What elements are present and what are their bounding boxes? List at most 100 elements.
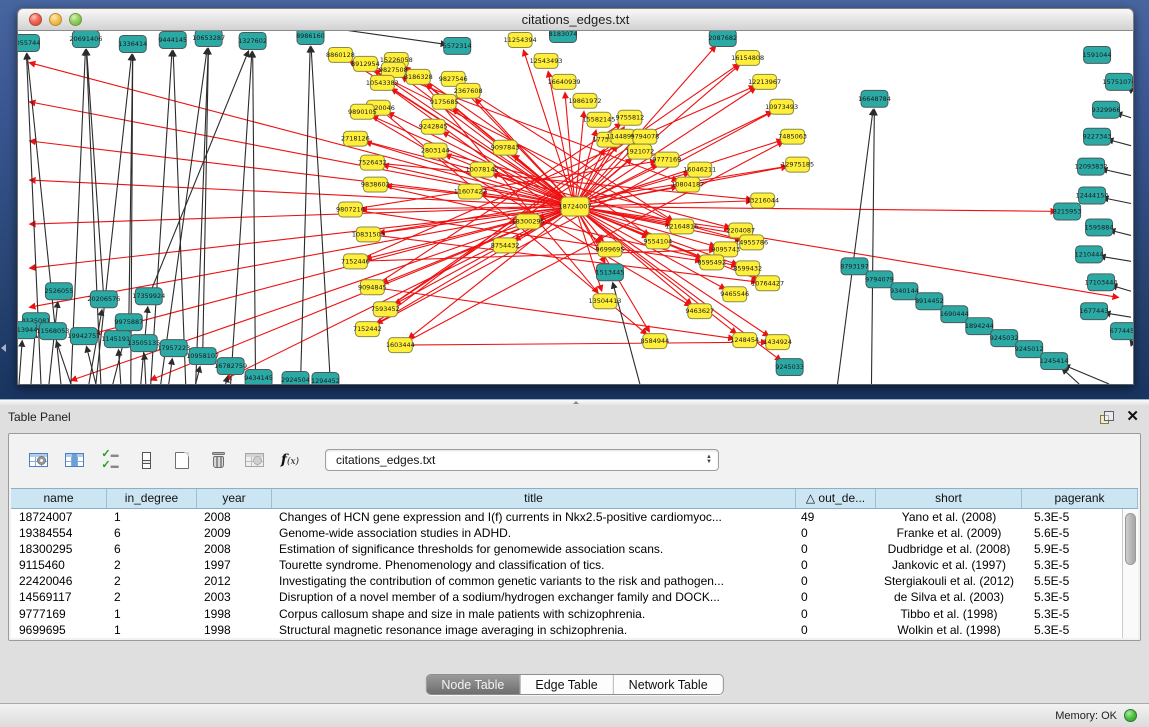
network-node[interactable]: 10831503 <box>352 227 385 242</box>
network-node[interactable]: 11568053 <box>36 323 69 340</box>
network-node[interactable]: 13505135 <box>127 335 160 352</box>
network-node[interactable]: 9242845 <box>419 119 448 134</box>
network-node[interactable]: 9245033 <box>775 359 804 376</box>
table-cell[interactable]: Estimation of significance thresholds fo… <box>272 541 796 557</box>
network-node[interactable]: 5572314 <box>443 37 472 54</box>
show-columns-icon[interactable] <box>59 447 89 473</box>
network-node[interactable]: 1591044 <box>1083 46 1112 63</box>
network-canvas[interactable]: 1872400711254394125434931664093919861972… <box>17 31 1134 385</box>
network-node[interactable]: 8986160 <box>296 31 325 44</box>
column-header-out_de[interactable]: △ out_de... <box>796 489 876 508</box>
table-cell[interactable]: 5.3E-5 <box>1022 557 1138 573</box>
network-node[interactable]: 20691406 <box>69 31 102 47</box>
network-node[interactable]: 2055744 <box>18 34 40 51</box>
tab-network-table[interactable]: Network Table <box>613 675 723 694</box>
network-node[interactable]: 9755812 <box>615 110 644 125</box>
network-node[interactable]: 1513445 <box>596 264 625 281</box>
network-node[interactable]: 15751074 <box>1103 73 1133 90</box>
table-cell[interactable]: Corpus callosum shape and size in male p… <box>272 606 796 622</box>
network-node[interactable]: 1894244 <box>965 318 994 335</box>
table-cell[interactable]: 2008 <box>197 509 272 525</box>
table-cell[interactable]: 0 <box>796 573 876 589</box>
table-cell[interactable]: Yano et al. (2008) <box>876 509 1022 525</box>
table-cell[interactable]: 5.3E-5 <box>1022 622 1138 638</box>
table-cell[interactable]: 2008 <box>197 541 272 557</box>
table-row[interactable]: 911546021997Tourette syndrome. Phenomeno… <box>11 557 1138 573</box>
table-cell[interactable]: 9115460 <box>11 557 107 573</box>
network-node[interactable]: 12093832 <box>1075 158 1108 175</box>
table-cell[interactable]: Structural magnetic resonance image aver… <box>272 622 796 638</box>
network-node[interactable]: 16782759 <box>214 358 247 375</box>
network-node[interactable]: 1434924 <box>763 335 792 350</box>
network-edge[interactable] <box>30 180 575 206</box>
table-cell[interactable]: 14569117 <box>11 589 107 605</box>
network-node[interactable]: 1921072 <box>625 144 654 159</box>
network-node[interactable]: 8595492 <box>697 255 726 270</box>
memory-ok-indicator-icon[interactable] <box>1124 709 1137 722</box>
network-node[interactable]: 1690444 <box>940 306 969 323</box>
network-node[interactable]: 9463627 <box>685 304 714 319</box>
network-node[interactable]: 10973493 <box>765 99 798 114</box>
column-header-name[interactable]: name <box>11 489 107 508</box>
network-node[interactable]: 9245012 <box>1015 341 1044 358</box>
network-edge[interactable] <box>151 51 172 384</box>
table-cell[interactable]: 5.5E-5 <box>1022 573 1138 589</box>
network-node[interactable]: 8912954 <box>351 56 380 71</box>
network-node[interactable]: 8599432 <box>733 261 762 276</box>
network-node[interactable]: 7485063 <box>778 129 807 144</box>
network-edge[interactable] <box>226 377 228 384</box>
network-edge[interactable] <box>253 52 256 384</box>
network-node[interactable]: 16046211 <box>683 162 716 177</box>
network-node[interactable]: 9094845 <box>358 280 387 295</box>
column-header-in_degree[interactable]: in_degree <box>107 489 197 508</box>
table-cell[interactable]: 2 <box>107 573 197 589</box>
table-cell[interactable]: 0 <box>796 541 876 557</box>
table-cell[interactable]: Franke et al. (2009) <box>876 525 1022 541</box>
network-edge[interactable] <box>225 207 575 380</box>
network-node[interactable]: 2924504 <box>281 372 310 384</box>
network-node[interactable]: 3313944 <box>18 322 37 339</box>
network-edge[interactable] <box>355 250 714 262</box>
network-node[interactable]: 12164816 <box>665 219 698 234</box>
network-node[interactable]: 1248454 <box>730 333 759 348</box>
network-edge[interactable] <box>1064 365 1109 384</box>
new-column-icon[interactable] <box>167 447 197 473</box>
table-row[interactable]: 1938455462009Genome-wide association stu… <box>11 525 1138 541</box>
table-cell[interactable]: 2 <box>107 557 197 573</box>
table-cell[interactable]: Tourette syndrome. Phenomenology and cla… <box>272 557 796 573</box>
table-row[interactable]: 977716911998Corpus callosum shape and si… <box>11 606 1138 622</box>
network-edge[interactable] <box>1130 340 1131 341</box>
network-node[interactable]: 13216044 <box>746 193 779 208</box>
table-cell[interactable]: 0 <box>796 525 876 541</box>
network-node[interactable]: 9329966 <box>1092 101 1121 118</box>
network-node[interactable]: 7152442 <box>353 322 382 337</box>
table-cell[interactable]: Changes of HCN gene expression and I(f) … <box>272 509 796 525</box>
network-node[interactable]: 8754432 <box>491 238 520 253</box>
network-edge[interactable] <box>30 63 575 207</box>
close-panel-icon[interactable]: ✕ <box>1126 410 1139 424</box>
network-node[interactable]: 2803144 <box>421 143 450 158</box>
table-row[interactable]: 1872400712008Changes of HCN gene express… <box>11 509 1138 525</box>
network-node[interactable]: 1336414 <box>118 35 147 52</box>
table-row[interactable]: 2242004622012Investigating the contribut… <box>11 573 1138 589</box>
column-header-pagerank[interactable]: pagerank <box>1022 489 1138 508</box>
network-node[interactable]: 2718126 <box>341 131 370 146</box>
network-node[interactable]: 9175685 <box>430 94 459 109</box>
network-node[interactable]: 8183074 <box>549 31 578 42</box>
network-window-titlebar[interactable]: citations_edges.txt <box>17 8 1134 31</box>
table-row[interactable]: 1456911722003Disruption of a novel membe… <box>11 589 1138 605</box>
network-node[interactable]: 12213967 <box>748 74 781 89</box>
table-cell[interactable]: Stergiakouli et al. (2012) <box>876 573 1022 589</box>
table-cell[interactable]: 2009 <box>197 525 272 541</box>
network-node[interactable]: 11254394 <box>504 32 537 47</box>
maximize-window-icon[interactable] <box>69 13 82 26</box>
table-cell[interactable]: 6 <box>107 525 197 541</box>
table-cell[interactable]: 22420046 <box>11 573 107 589</box>
table-cell[interactable]: 1 <box>107 622 197 638</box>
network-node[interactable]: 8186328 <box>404 69 433 84</box>
table-selector-dropdown[interactable]: citations_edges.txt ▲▼ <box>325 449 719 471</box>
column-header-year[interactable]: year <box>197 489 272 508</box>
network-node[interactable]: 9554104 <box>643 234 672 249</box>
network-node[interactable]: 10078142 <box>466 162 499 177</box>
table-cell[interactable]: 6 <box>107 541 197 557</box>
